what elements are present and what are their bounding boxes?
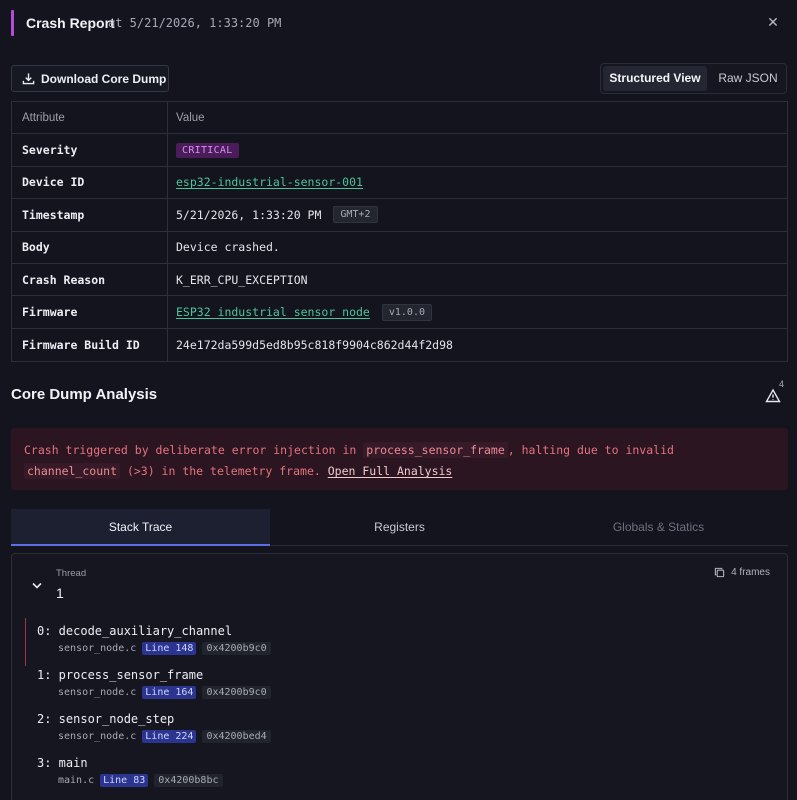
frames-count-label: 4 frames — [731, 567, 770, 578]
stack-frame[interactable]: 2: sensor_node_step sensor_node.c Line 2… — [37, 712, 271, 743]
open-full-analysis-link[interactable]: Open Full Analysis — [328, 464, 453, 478]
frame-address: 0x4200b9c0 — [202, 686, 271, 699]
stack-frame[interactable]: 0: decode_auxiliary_channel sensor_node.… — [37, 624, 271, 655]
firmware-version-chip: v1.0.0 — [381, 303, 432, 321]
frames-count[interactable]: 4 frames — [714, 567, 770, 578]
timestamp-value: 5/21/2026, 1:33:20 PM — [176, 207, 322, 222]
frame-file: sensor_node.c — [58, 643, 137, 654]
analysis-alert: Crash triggered by deliberate error inje… — [11, 428, 788, 490]
download-icon — [22, 73, 35, 85]
alert-text: (>3) in the telemetry frame. — [120, 464, 328, 478]
table-row: Firmware ESP32 industrial sensor node v1… — [12, 296, 787, 329]
frame-file: sensor_node.c — [58, 687, 137, 698]
attribute-key: Body — [22, 240, 50, 255]
table-row: Severity CRITICAL — [12, 134, 787, 167]
table-row: Device ID esp32-industrial-sensor-001 — [12, 167, 787, 200]
copy-icon — [714, 567, 725, 578]
attribute-value: 24e172da599d5ed8b95c818f9904c862d44f2d98 — [176, 337, 453, 352]
analysis-title: Core Dump Analysis — [11, 386, 158, 403]
table-row: Body Device crashed. — [12, 232, 787, 264]
attribute-value: Device crashed. — [176, 240, 280, 255]
frame-address: 0x4200bed4 — [202, 730, 271, 743]
frame-file: main.c — [58, 775, 95, 786]
frame-line-badge: Line 148 — [142, 642, 197, 655]
column-header-value: Value — [176, 111, 205, 124]
attribute-value: 5/21/2026, 1:33:20 PM GMT+2 — [176, 199, 378, 230]
stack-frame[interactable]: 3: main main.c Line 83 0x4200b8bc — [37, 756, 223, 787]
tab-registers[interactable]: Registers — [270, 509, 529, 546]
attribute-key: Severity — [22, 143, 78, 158]
timezone-chip: GMT+2 — [333, 206, 378, 224]
report-title: Crash Report — [26, 15, 115, 31]
attribute-value: CRITICAL — [176, 134, 239, 165]
header-accent-bar — [11, 10, 14, 36]
attribute-value: K_ERR_CPU_EXCEPTION — [176, 272, 308, 287]
frame-function: 2: sensor_node_step — [37, 712, 175, 726]
attribute-key: Crash Reason — [22, 272, 106, 287]
selected-frame-indicator — [25, 618, 26, 666]
thread-number: 1 — [56, 585, 64, 601]
alert-code-function: process_sensor_frame — [363, 442, 508, 458]
attribute-key: Device ID — [22, 175, 85, 190]
report-timestamp: at 5/21/2026, 1:33:20 PM — [108, 16, 282, 30]
table-row: Firmware Build ID 24e172da599d5ed8b95c81… — [12, 329, 787, 361]
warning-icon[interactable] — [765, 388, 781, 404]
frame-line-badge: Line 224 — [142, 730, 197, 743]
attribute-key: Timestamp — [22, 207, 85, 222]
column-header-attribute: Attribute — [22, 111, 65, 124]
frame-address: 0x4200b8bc — [154, 774, 223, 787]
thread-label: Thread — [56, 568, 87, 579]
frame-function: 3: main — [37, 756, 88, 770]
view-toggle: Structured View Raw JSON — [600, 63, 787, 94]
frame-line-badge: Line 164 — [142, 686, 197, 699]
frame-address: 0x4200b9c0 — [202, 642, 271, 655]
frame-file: sensor_node.c — [58, 731, 137, 742]
table-row: Crash Reason K_ERR_CPU_EXCEPTION — [12, 264, 787, 297]
alert-text: , halting due to invalid — [507, 443, 674, 457]
tab-stack-trace[interactable]: Stack Trace — [11, 509, 270, 546]
firmware-link[interactable]: ESP32 industrial sensor node — [176, 305, 370, 319]
alert-code-field: channel_count — [24, 463, 121, 479]
device-id-link[interactable]: esp32-industrial-sensor-001 — [176, 175, 363, 189]
attribute-key: Firmware — [22, 305, 78, 320]
severity-badge: CRITICAL — [176, 142, 239, 158]
frame-line-badge: Line 83 — [100, 774, 149, 787]
tab-globals-statics[interactable]: Globals & Statics — [529, 509, 788, 546]
attribute-value: esp32-industrial-sensor-001 — [176, 167, 363, 198]
download-core-dump-button[interactable]: Download Core Dump — [11, 65, 169, 92]
download-button-label: Download Core Dump — [41, 72, 167, 86]
stack-trace-panel: Thread 1 4 frames 0: decode_auxiliary_ch… — [11, 553, 788, 800]
close-icon[interactable]: ✕ — [763, 12, 783, 32]
warning-count: 4 — [779, 379, 785, 389]
attribute-key: Firmware Build ID — [22, 337, 140, 352]
frame-function: 0: decode_auxiliary_channel — [37, 624, 233, 638]
analysis-tabs: Stack Trace Registers Globals & Statics — [11, 509, 788, 546]
attribute-value: ESP32 industrial sensor node v1.0.0 — [176, 296, 432, 327]
frame-function: 1: process_sensor_frame — [37, 668, 204, 682]
table-row: Timestamp 5/21/2026, 1:33:20 PM GMT+2 — [12, 199, 787, 232]
report-header: Crash Report at 5/21/2026, 1:33:20 PM ✕ — [0, 0, 797, 46]
attribute-table: Attribute Value Severity CRITICAL Device… — [11, 101, 788, 363]
table-header-row: Attribute Value — [12, 102, 787, 135]
alert-text: Crash triggered by deliberate error inje… — [24, 443, 364, 457]
raw-json-toggle[interactable]: Raw JSON — [711, 66, 785, 91]
stack-frame[interactable]: 1: process_sensor_frame sensor_node.c Li… — [37, 668, 271, 699]
chevron-down-icon[interactable] — [30, 578, 44, 592]
structured-view-toggle[interactable]: Structured View — [603, 66, 707, 91]
